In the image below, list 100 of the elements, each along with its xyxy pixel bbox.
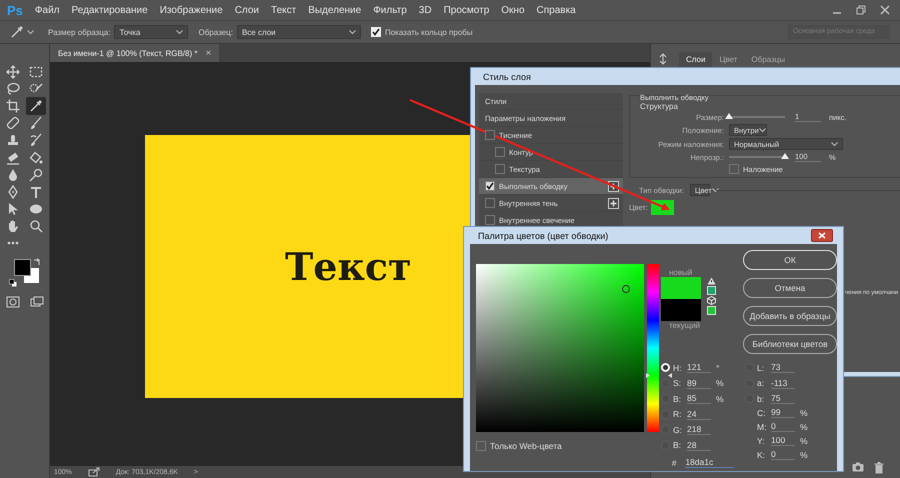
panel-tab[interactable]: Цвет xyxy=(712,52,744,66)
bucket-icon[interactable] xyxy=(29,150,43,165)
panel-tab[interactable]: Образцы xyxy=(744,52,792,66)
checkmark-icon xyxy=(486,182,494,190)
checkbox[interactable] xyxy=(370,27,381,37)
eraser-icon[interactable] xyxy=(6,150,20,165)
warning-icon[interactable] xyxy=(707,277,716,285)
arrow-pointer-icon[interactable] xyxy=(6,202,20,216)
checkbox[interactable] xyxy=(729,164,739,174)
lasso-icon[interactable] xyxy=(6,82,20,96)
document-tab[interactable]: Без имени-1 @ 100% (Текст, RGB/8) * × xyxy=(50,44,220,62)
checkbox[interactable] xyxy=(495,147,505,157)
sample-size-dropdown[interactable]: Точка xyxy=(114,25,188,39)
quick-mask-icon[interactable] xyxy=(6,296,20,308)
dialog-button[interactable]: Добавить в образцы xyxy=(743,306,837,326)
stamp-icon[interactable] xyxy=(6,133,20,148)
menu-item[interactable]: Слои xyxy=(234,4,260,16)
radio-button[interactable] xyxy=(661,378,670,388)
menu-item[interactable]: Файл xyxy=(34,4,60,16)
marquee-icon[interactable] xyxy=(29,64,43,79)
value-field[interactable]: 28 xyxy=(687,440,711,451)
sample-size-label: Размер образца: xyxy=(48,28,110,36)
menu-item[interactable]: Редактирование xyxy=(72,4,148,16)
checkbox[interactable] xyxy=(476,441,486,451)
value-field[interactable]: 218 xyxy=(687,424,711,436)
value-field[interactable]: 89 xyxy=(687,378,711,389)
menu-item[interactable]: Выделение xyxy=(308,4,362,16)
dialog-title: Палитра цветов (цвет обводки) xyxy=(478,230,608,240)
checkbox[interactable] xyxy=(495,164,505,174)
tool-preset-picker[interactable] xyxy=(10,25,34,39)
value-label: R: xyxy=(673,409,682,420)
close-icon xyxy=(818,232,826,239)
slider-thumb[interactable] xyxy=(781,153,789,159)
web-safe-swatch[interactable] xyxy=(707,306,716,315)
swap-icon[interactable] xyxy=(32,258,40,266)
color-marker[interactable] xyxy=(622,285,630,294)
close-icon[interactable] xyxy=(880,5,890,15)
restore-icon[interactable] xyxy=(856,5,866,15)
drop-icon[interactable] xyxy=(6,168,20,182)
menu-item[interactable]: Справка xyxy=(536,4,576,16)
history-brush-icon[interactable] xyxy=(29,133,43,148)
pen-icon[interactable] xyxy=(6,184,20,199)
value-field[interactable]: 100 xyxy=(771,435,795,446)
value-field[interactable]: -113 xyxy=(771,378,795,389)
unit-label: % xyxy=(716,378,724,388)
crop-icon[interactable] xyxy=(6,98,20,113)
zoom-icon[interactable] xyxy=(29,219,43,234)
checkbox[interactable] xyxy=(485,181,495,191)
hue-pointer-icon[interactable] xyxy=(646,372,672,378)
move-icon[interactable] xyxy=(6,64,20,79)
sample-dropdown[interactable]: Все слои xyxy=(236,25,361,39)
checkbox[interactable] xyxy=(485,130,495,140)
camera-icon[interactable] xyxy=(852,462,864,472)
checkbox[interactable] xyxy=(485,198,495,208)
new-color-label: новый xyxy=(669,268,694,277)
screen-mode-icon[interactable] xyxy=(30,296,44,308)
menu-item[interactable]: Окно xyxy=(501,4,525,16)
value-field[interactable]: 24 xyxy=(687,408,711,420)
dodge-icon[interactable] xyxy=(29,168,43,182)
value-field[interactable]: 99 xyxy=(771,407,795,418)
menu-item[interactable]: Фильтр xyxy=(373,4,407,16)
add-icon[interactable] xyxy=(608,198,619,208)
export-icon[interactable] xyxy=(88,467,100,477)
value-field[interactable]: 121 xyxy=(687,362,711,374)
value-field[interactable]: 85 xyxy=(687,393,711,404)
checkmark-icon xyxy=(372,28,380,36)
hand-icon[interactable] xyxy=(6,219,20,234)
value-label: S: xyxy=(673,378,682,388)
menu-item[interactable]: Изображение xyxy=(160,4,223,16)
menu-item[interactable]: Просмотр xyxy=(444,4,490,16)
brush-icon[interactable] xyxy=(29,116,43,130)
value-label: M: xyxy=(757,422,768,432)
panel-tab[interactable]: Слои xyxy=(679,52,712,66)
menu-item[interactable]: 3D xyxy=(418,4,432,16)
close-tab-button[interactable]: × xyxy=(205,48,212,58)
ellipse-icon[interactable] xyxy=(29,202,43,216)
type-icon[interactable] xyxy=(29,184,43,199)
menu-item[interactable]: Текст xyxy=(271,4,296,16)
gamut-swatch[interactable] xyxy=(707,286,716,295)
checkbox[interactable] xyxy=(485,215,495,225)
dialog-title: Стиль слоя xyxy=(482,70,532,84)
value-field[interactable]: 0 xyxy=(771,421,795,432)
dialog-button[interactable]: Библиотеки цветов xyxy=(743,334,837,354)
value-field[interactable]: 75 xyxy=(771,393,795,404)
trash-icon[interactable] xyxy=(874,462,884,474)
default-colors-icon[interactable] xyxy=(8,279,16,288)
cube-icon[interactable] xyxy=(707,296,716,305)
caret-icon xyxy=(27,30,34,34)
color-field[interactable] xyxy=(476,264,644,432)
dialog-button[interactable]: ОК xyxy=(743,250,837,270)
value-label: H: xyxy=(673,362,682,373)
eyedropper-icon[interactable] xyxy=(29,98,43,113)
dialog-button[interactable]: Отмена xyxy=(743,278,837,298)
hex-field[interactable]: 18da1c xyxy=(685,457,734,468)
close-button[interactable] xyxy=(811,229,833,242)
value-field[interactable]: 73 xyxy=(771,362,795,374)
value-field[interactable]: 0 xyxy=(771,449,795,460)
unit-label: % xyxy=(716,394,724,404)
bandage-icon[interactable] xyxy=(6,116,20,130)
foreground-color-swatch[interactable] xyxy=(14,259,30,276)
